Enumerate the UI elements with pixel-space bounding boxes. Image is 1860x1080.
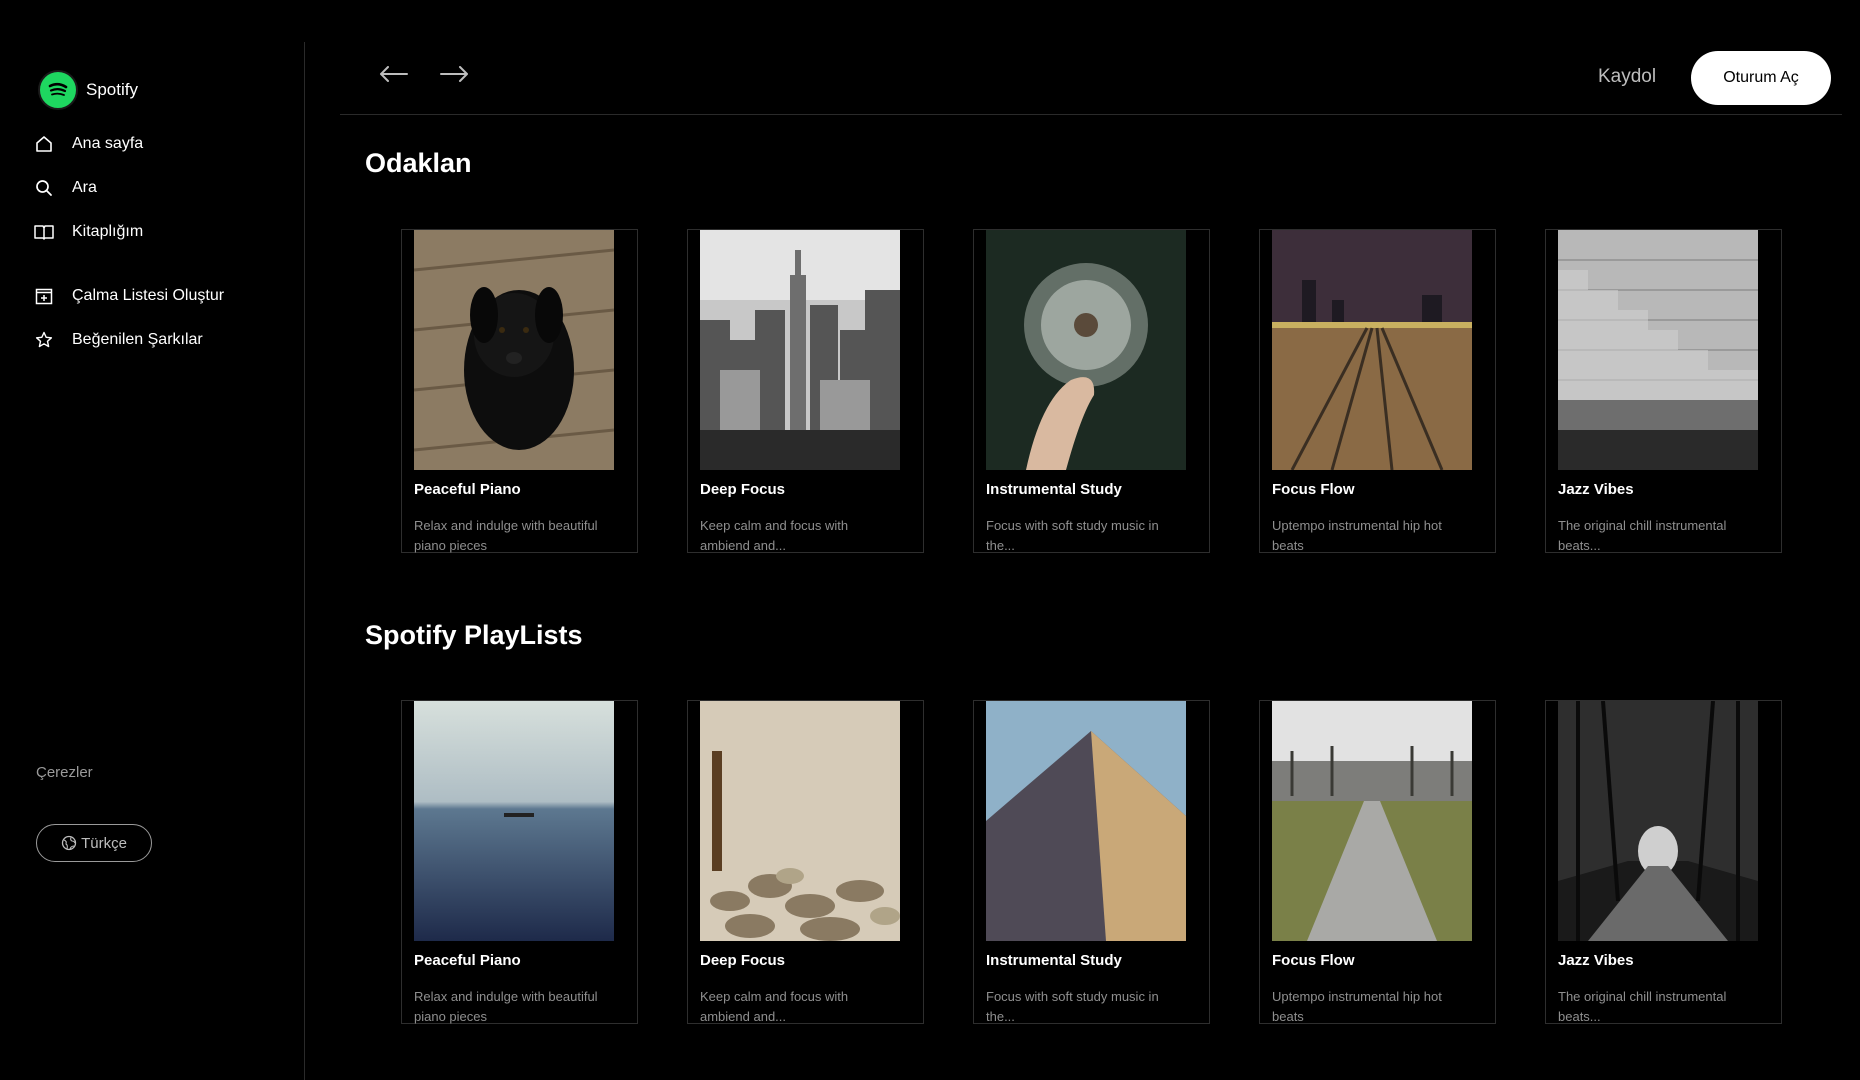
sidebar: Spotify Ana sayfa Ara Kitaplığım Çalma L… xyxy=(0,0,304,1080)
playlist-title: Deep Focus xyxy=(700,952,786,969)
playlist-title: Peaceful Piano xyxy=(414,481,521,498)
sidebar-item-label: Kitaplığım xyxy=(72,223,144,240)
arrow-right-icon xyxy=(439,65,469,87)
section-title: Spotify PlayLists xyxy=(365,620,583,650)
playlist-card[interactable]: Peaceful Piano Relax and indulge with be… xyxy=(401,700,638,1024)
playlist-description: Relax and indulge with beautiful piano p… xyxy=(414,518,598,553)
playlist-title: Focus Flow xyxy=(1272,952,1355,969)
playlist-card[interactable]: Instrumental Study Focus with soft study… xyxy=(973,700,1210,1024)
add-playlist-icon xyxy=(34,286,54,306)
sidebar-item-liked-songs[interactable]: Beğenilen Şarkılar xyxy=(34,330,203,350)
playlist-description: Focus with soft study music in the... xyxy=(986,989,1159,1024)
playlist-card[interactable]: Focus Flow Uptempo instrumental hip hot … xyxy=(1259,229,1496,553)
playlist-card[interactable]: Focus Flow Uptempo instrumental hip hot … xyxy=(1259,700,1496,1024)
playlist-description: The original chill instrumental beats... xyxy=(1558,989,1727,1024)
playlist-cover-image xyxy=(986,701,1186,941)
home-icon xyxy=(34,134,54,154)
playlist-card[interactable]: Deep Focus Keep calm and focus with ambi… xyxy=(687,700,924,1024)
topbar-divider xyxy=(340,114,1842,115)
playlist-card[interactable]: Jazz Vibes The original chill instrument… xyxy=(1545,229,1782,553)
cookies-link[interactable]: Çerezler xyxy=(36,764,93,781)
playlist-title: Deep Focus xyxy=(700,481,786,498)
playlist-card[interactable]: Jazz Vibes The original chill instrument… xyxy=(1545,700,1782,1024)
playlist-cover-image xyxy=(700,701,900,941)
playlist-description: Relax and indulge with beautiful piano p… xyxy=(414,989,598,1024)
sidebar-item-label: Ara xyxy=(72,179,97,196)
playlist-cover-image xyxy=(986,230,1186,470)
sidebar-item-label: Çalma Listesi Oluştur xyxy=(72,287,225,304)
back-button[interactable] xyxy=(377,62,411,90)
playlist-card[interactable]: Deep Focus Keep calm and focus with ambi… xyxy=(687,229,924,553)
playlist-title: Instrumental Study xyxy=(986,952,1122,969)
playlist-title: Jazz Vibes xyxy=(1558,952,1634,969)
language-label: Türkçe xyxy=(81,834,127,852)
playlist-cover-image xyxy=(414,701,614,941)
spotify-logo[interactable]: Spotify xyxy=(38,70,138,110)
library-icon xyxy=(34,222,54,242)
sidebar-item-home[interactable]: Ana sayfa xyxy=(34,134,143,154)
playlist-description: The original chill instrumental beats... xyxy=(1558,518,1727,553)
spotify-icon xyxy=(38,70,78,110)
search-icon xyxy=(34,178,54,198)
playlist-cover-image xyxy=(700,230,900,470)
playlist-title: Peaceful Piano xyxy=(414,952,521,969)
sidebar-item-label: Beğenilen Şarkılar xyxy=(72,331,203,348)
login-button[interactable]: Oturum Aç xyxy=(1691,51,1831,105)
playlist-card[interactable]: Instrumental Study Focus with soft study… xyxy=(973,229,1210,553)
app-name: Spotify xyxy=(86,80,138,99)
sidebar-item-label: Ana sayfa xyxy=(72,135,144,152)
signup-button[interactable]: Kaydol xyxy=(1598,66,1656,88)
playlist-title: Focus Flow xyxy=(1272,481,1355,498)
playlist-cover-image xyxy=(1558,230,1758,470)
section-title: Odaklan xyxy=(365,148,472,178)
star-icon xyxy=(34,330,54,350)
forward-button[interactable] xyxy=(437,62,471,90)
playlist-description: Keep calm and focus with ambiend and... xyxy=(700,518,849,553)
globe-icon xyxy=(61,835,77,851)
playlist-card[interactable]: Peaceful Piano Relax and indulge with be… xyxy=(401,229,638,553)
playlist-cover-image xyxy=(1272,230,1472,470)
playlist-cover-image xyxy=(414,230,614,470)
sidebar-divider xyxy=(304,42,305,1080)
sidebar-item-library[interactable]: Kitaplığım xyxy=(34,222,143,242)
language-button[interactable]: Türkçe xyxy=(36,824,152,862)
sidebar-item-search[interactable]: Ara xyxy=(34,178,97,198)
playlist-title: Jazz Vibes xyxy=(1558,481,1634,498)
playlist-title: Instrumental Study xyxy=(986,481,1122,498)
playlist-cover-image xyxy=(1558,701,1758,941)
playlist-cover-image xyxy=(1272,701,1472,941)
playlist-description: Uptempo instrumental hip hot beats xyxy=(1272,518,1442,553)
sidebar-item-create-playlist[interactable]: Çalma Listesi Oluştur xyxy=(34,286,224,306)
playlist-description: Keep calm and focus with ambiend and... xyxy=(700,989,849,1024)
playlist-description: Focus with soft study music in the... xyxy=(986,518,1159,553)
playlist-description: Uptempo instrumental hip hot beats xyxy=(1272,989,1442,1024)
arrow-left-icon xyxy=(379,65,409,87)
